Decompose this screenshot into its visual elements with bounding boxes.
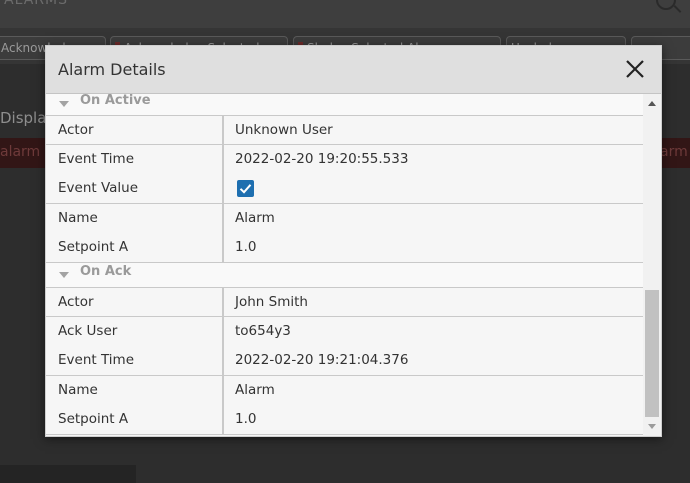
row-value: Alarm: [235, 382, 275, 398]
caret-down-icon: [59, 272, 69, 278]
scroll-down-arrow-icon[interactable]: [648, 424, 656, 429]
vertical-scrollbar[interactable]: [643, 94, 661, 436]
details-table: On Active Actor Unknown User Event Time …: [46, 94, 643, 436]
row-value: Alarm: [235, 210, 275, 226]
row-value: 2022-02-20 19:21:04.376: [235, 352, 409, 368]
table-row: Setpoint A 1.0: [46, 233, 643, 263]
column-divider: [222, 204, 224, 233]
search-icon[interactable]: [656, 0, 676, 10]
table-row: Event Value: [46, 174, 643, 204]
row-key: Event Time: [58, 151, 135, 167]
section-header-on-ack[interactable]: On Ack: [46, 263, 643, 287]
table-row: Name Alarm: [46, 204, 643, 234]
table-row: Event Time 2022-02-20 19:20:55.533: [46, 145, 643, 175]
table-row: Event Time 2022-02-20 19:21:04.376: [46, 346, 643, 376]
dialog-header: Alarm Details: [46, 46, 661, 94]
column-divider: [222, 233, 224, 262]
column-divider: [222, 116, 224, 144]
row-value: 1.0: [235, 411, 257, 427]
row-key: Actor: [58, 122, 94, 138]
scroll-up-arrow-icon[interactable]: [648, 101, 656, 106]
row-key: Name: [58, 210, 98, 226]
section-label: On Active: [80, 94, 151, 108]
row-key: Name: [58, 382, 98, 398]
scrollbar-thumb[interactable]: [645, 290, 659, 417]
column-divider: [222, 405, 224, 434]
table-row: Actor Unknown User: [46, 115, 643, 145]
event-value-checkbox: [237, 180, 254, 197]
close-button[interactable]: [622, 56, 648, 82]
row-key: Event Time: [58, 352, 135, 368]
app-title: ALARMS: [4, 0, 68, 8]
column-divider: [222, 174, 224, 203]
row-value: Unknown User: [235, 122, 333, 138]
table-row: Name Alarm: [46, 376, 643, 406]
column-divider: [222, 145, 224, 174]
row-value: 2022-02-20 19:20:55.533: [235, 151, 409, 167]
column-divider: [222, 288, 224, 316]
caret-down-icon: [59, 101, 69, 107]
checkmark-icon: [239, 184, 252, 194]
dialog-title: Alarm Details: [58, 60, 166, 79]
app-footer: [0, 465, 136, 483]
section-header-on-active[interactable]: On Active: [46, 94, 643, 116]
row-value: John Smith: [235, 294, 308, 310]
row-key: Setpoint A: [58, 411, 129, 427]
alarm-details-dialog: Alarm Details On Active Actor Unknown Us…: [45, 45, 662, 437]
alarm-row-text: arm: [660, 144, 688, 160]
table-row: Setpoint A 1.0: [46, 405, 643, 435]
row-value: to654y3: [235, 323, 291, 339]
row-key: Ack User: [58, 323, 118, 339]
column-divider: [222, 346, 224, 375]
section-label: On Ack: [80, 264, 132, 279]
alarm-row-text: alarm: [0, 144, 41, 160]
close-icon: [626, 60, 644, 78]
table-row: Ack User to654y3: [46, 317, 643, 347]
column-divider: [222, 317, 224, 346]
row-key: Event Value: [58, 180, 139, 196]
app-top-bar: ALARMS: [0, 0, 690, 28]
row-key: Setpoint A: [58, 239, 129, 255]
column-divider: [222, 376, 224, 405]
table-row: Actor John Smith: [46, 287, 643, 317]
dialog-body: On Active Actor Unknown User Event Time …: [46, 94, 661, 436]
row-key: Actor: [58, 294, 94, 310]
row-value: 1.0: [235, 239, 257, 255]
